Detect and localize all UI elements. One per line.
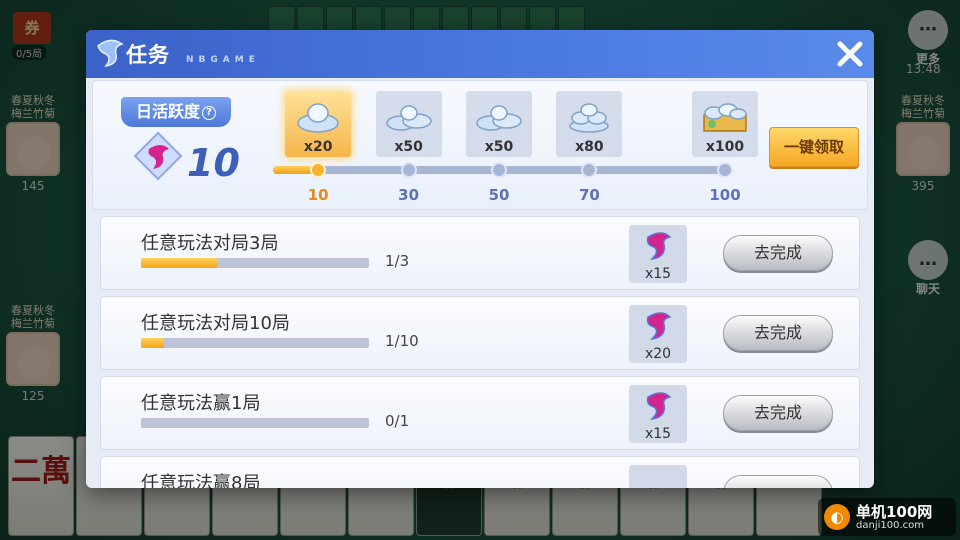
milestone-dot	[400, 162, 417, 178]
milestone-reward[interactable]: x20	[285, 91, 352, 157]
claim-all-button[interactable]: 一键领取	[769, 127, 859, 167]
go-complete-button[interactable]	[723, 475, 833, 488]
task-reward: x20	[629, 305, 687, 363]
watermark-url: danji100.com	[856, 520, 924, 531]
silver-pile-icon	[569, 103, 610, 133]
milestone-dot	[717, 162, 733, 178]
task-row: 任意玩法对局3局 1/3 x15 去完成	[100, 216, 860, 290]
task-name: 任意玩法对局10局	[141, 313, 290, 334]
reward-qty: x50	[394, 139, 423, 155]
task-name: 任意玩法赢8局	[141, 473, 261, 488]
silver-ingot-icon	[297, 103, 339, 133]
reward-qty: x80	[575, 139, 604, 155]
task-count: 1/3	[385, 252, 410, 270]
milestone-reward[interactable]: x80	[556, 91, 623, 157]
site-watermark: ◐ 单机100网 danji100.com	[818, 498, 956, 536]
task-progress-fill	[141, 338, 164, 348]
dialog-title: 任务	[126, 43, 170, 67]
silver-ingots-icon	[476, 105, 522, 131]
task-reward	[629, 465, 687, 488]
reward-qty: x20	[644, 346, 672, 362]
activity-token-icon	[646, 392, 672, 421]
task-name: 任意玩法赢1局	[141, 393, 261, 414]
milestone-threshold: 10	[307, 186, 329, 204]
task-progress-bar	[141, 338, 369, 348]
milestone-reward[interactable]: x50	[375, 91, 442, 157]
activity-token-icon	[646, 312, 672, 341]
milestone-threshold: 70	[578, 186, 600, 204]
reward-qty: x20	[303, 139, 333, 155]
milestone-dot	[491, 162, 507, 178]
go-complete-button[interactable]: 去完成	[723, 315, 833, 351]
milestone-threshold: 50	[488, 186, 510, 204]
reward-qty: x15	[644, 266, 672, 282]
watermark-logo-icon: ◐	[824, 504, 850, 530]
activity-token-icon	[646, 232, 672, 261]
task-reward: x15	[629, 225, 687, 283]
silver-ingots-icon	[385, 105, 432, 131]
task-progress-fill	[141, 258, 217, 268]
reward-qty: x50	[484, 139, 514, 155]
task-list[interactable]: 任意玩法对局3局 1/3 x15 去完成 任意玩法对局10局 1/10 x20 …	[100, 216, 860, 488]
nbgame-logo-icon	[97, 39, 124, 68]
milestone-reward[interactable]: x100	[692, 91, 758, 157]
activity-panel: 日活跃度? 10 x20 x50 x50 x80 x100 10 30 50 7…	[92, 80, 868, 210]
watermark-name: 单机100网	[856, 503, 933, 521]
task-row: 任意玩法赢8局	[100, 456, 860, 488]
dialog-header: 任务 NBGAME	[86, 30, 874, 78]
dialog-subtitle: NBGAME	[186, 55, 260, 65]
milestone-threshold: 100	[709, 186, 741, 204]
task-row: 任意玩法赢1局 0/1 x15 去完成	[100, 376, 860, 450]
task-dialog: 任务 NBGAME 日活跃度? 10 x20 x50 x50 x80 x100 …	[86, 30, 874, 488]
reward-qty: x15	[644, 426, 672, 442]
task-name: 任意玩法对局3局	[141, 233, 279, 254]
activity-progress-track	[273, 162, 733, 178]
task-progress-bar	[141, 418, 369, 428]
close-icon[interactable]	[832, 36, 868, 72]
go-complete-button[interactable]: 去完成	[723, 235, 833, 271]
silver-chest-icon	[703, 103, 747, 132]
reward-qty: x100	[705, 139, 745, 155]
task-count: 1/10	[385, 332, 419, 350]
milestone-threshold: 30	[398, 186, 420, 204]
task-progress-bar	[141, 258, 369, 268]
task-reward: x15	[629, 385, 687, 443]
milestone-reward[interactable]: x50	[466, 91, 532, 157]
go-complete-button[interactable]: 去完成	[723, 395, 833, 431]
task-row: 任意玩法对局10局 1/10 x20 去完成	[100, 296, 860, 370]
task-count: 0/1	[385, 412, 410, 430]
